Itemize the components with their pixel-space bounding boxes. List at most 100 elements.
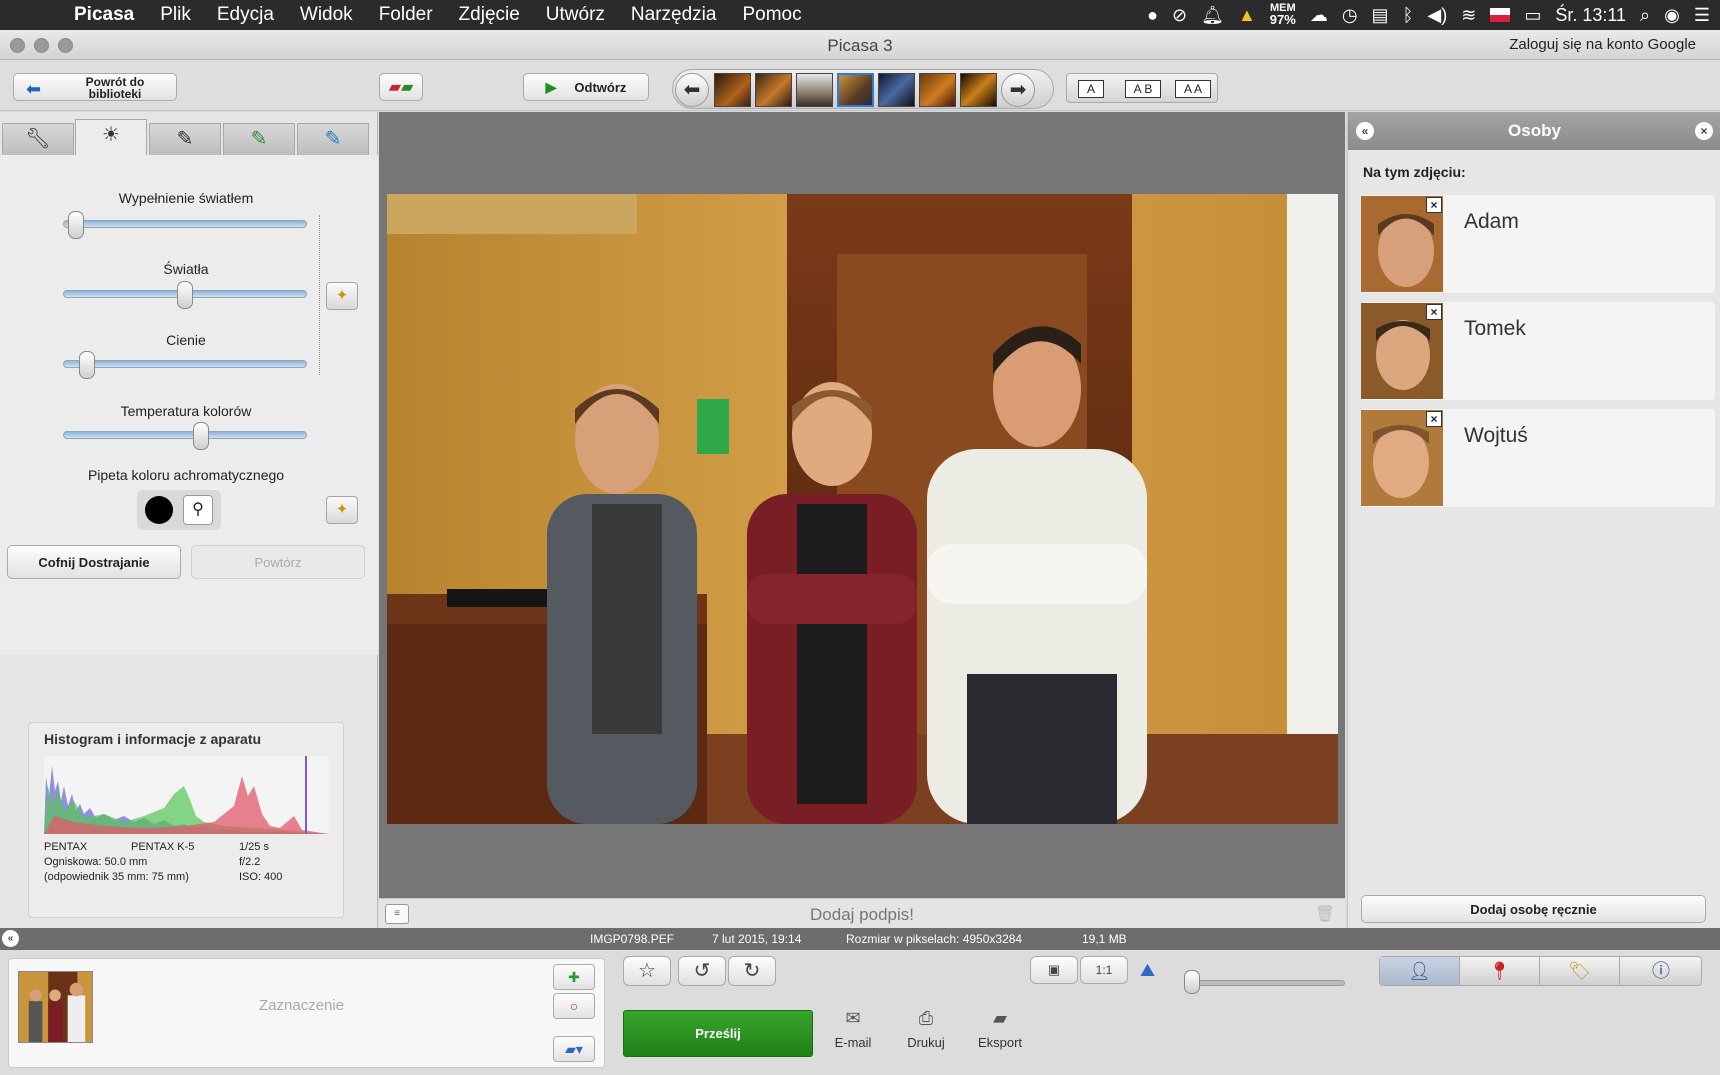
- back-to-library-button[interactable]: ⬅ Powrót do biblioteki: [13, 73, 177, 101]
- export-button[interactable]: ▰ Eksport: [970, 1008, 1030, 1050]
- remove-person-icon[interactable]: ×: [1426, 197, 1442, 213]
- person-card[interactable]: × Adam: [1361, 195, 1715, 293]
- album-icon: ▰▾: [565, 1041, 583, 1057]
- places-tab[interactable]: 📍︎: [1460, 957, 1540, 985]
- filmstrip-thumb[interactable]: [960, 73, 997, 107]
- filmstrip-thumb[interactable]: [714, 73, 751, 107]
- actual-size-button[interactable]: 1:1: [1080, 956, 1128, 984]
- filmstrip-thumb[interactable]: [796, 73, 833, 107]
- menu-view[interactable]: Widok: [287, 4, 366, 26]
- auto-color-button[interactable]: ✦: [326, 496, 358, 524]
- user-icon[interactable]: ◉: [1664, 5, 1680, 26]
- add-to-album-button[interactable]: ▰▾: [553, 1036, 595, 1062]
- shadows-slider[interactable]: [63, 360, 307, 368]
- google-login-link[interactable]: Zaloguj się na konto Google: [1509, 36, 1696, 53]
- tags-tab[interactable]: 🏷︎: [1540, 957, 1620, 985]
- info-tab[interactable]: ⓘ: [1620, 957, 1702, 985]
- highlights-knob[interactable]: [177, 281, 193, 309]
- view-single-button[interactable]: A: [1078, 80, 1104, 98]
- print-button[interactable]: ⎙ Drukuj: [896, 1008, 956, 1050]
- person-name[interactable]: Wojtuś: [1464, 424, 1528, 448]
- close-panel-icon[interactable]: ×: [1695, 122, 1713, 140]
- person-name[interactable]: Tomek: [1464, 317, 1526, 341]
- fill-light-knob[interactable]: [67, 211, 84, 239]
- star-button[interactable]: ☆: [623, 956, 671, 986]
- caption-input[interactable]: Dodaj podpis!: [379, 905, 1345, 925]
- menu-create[interactable]: Utwórz: [533, 4, 618, 26]
- auto-contrast-button[interactable]: ✦: [326, 282, 358, 310]
- next-photo-button[interactable]: ➡: [1001, 73, 1035, 107]
- zoom-slider[interactable]: [1185, 980, 1345, 986]
- menu-bar: Picasa Plik Edycja Widok Folder Zdjęcie …: [0, 0, 1720, 30]
- photo[interactable]: [387, 194, 1338, 824]
- rotate-left-button[interactable]: ↺: [678, 956, 726, 986]
- tab-basic-fixes[interactable]: 🔧︎: [2, 123, 74, 155]
- fit-to-window-button[interactable]: ▣: [1030, 956, 1078, 984]
- warning-icon[interactable]: ▲: [1238, 5, 1256, 26]
- hold-selection-button[interactable]: ✚: [553, 964, 595, 990]
- remove-person-icon[interactable]: ×: [1426, 411, 1442, 427]
- play-slideshow-button[interactable]: ▶ Odtwórz: [523, 73, 649, 101]
- share-button[interactable]: Prześlij: [623, 1010, 813, 1057]
- menu-help[interactable]: Pomoc: [729, 4, 814, 26]
- expand-tray-icon[interactable]: «: [2, 930, 19, 947]
- tab-tuning[interactable]: ☀: [75, 119, 147, 155]
- notification-center-icon[interactable]: ☰: [1694, 5, 1710, 26]
- tab-effects-3[interactable]: ✎: [297, 123, 369, 155]
- add-person-manually-button[interactable]: Dodaj osobę ręcznie: [1361, 895, 1706, 923]
- bell-icon[interactable]: 🔔︎: [1201, 5, 1224, 26]
- histogram-panel: Histogram i informacje z aparatu PENTAX …: [28, 722, 344, 918]
- menu-edit[interactable]: Edycja: [204, 4, 287, 26]
- color-temperature-slider[interactable]: [63, 431, 307, 439]
- remove-person-icon[interactable]: ×: [1426, 304, 1442, 320]
- filmstrip-thumb[interactable]: [878, 73, 915, 107]
- trash-icon[interactable]: 🗑︎: [1315, 904, 1335, 924]
- cloud-icon[interactable]: ☁: [1310, 5, 1328, 26]
- menu-file[interactable]: Plik: [147, 4, 204, 26]
- people-tab[interactable]: 👤︎: [1380, 957, 1460, 985]
- time-machine-icon[interactable]: ◷: [1342, 5, 1358, 26]
- color-temperature-knob[interactable]: [192, 422, 209, 450]
- filmstrip-thumb[interactable]: [755, 73, 792, 107]
- selected-photo-thumbnail[interactable]: [18, 971, 93, 1043]
- fill-light-slider[interactable]: [63, 220, 307, 228]
- person-name[interactable]: Adam: [1464, 210, 1519, 234]
- filmstrip-thumb[interactable]: [919, 73, 956, 107]
- undo-tuning-button[interactable]: Cofnij Dostrajanie: [7, 545, 181, 579]
- record-icon[interactable]: ●: [1147, 5, 1158, 26]
- rotate-right-button[interactable]: ↻: [728, 956, 776, 986]
- volume-icon[interactable]: ◀): [1427, 5, 1447, 26]
- email-button[interactable]: ✉ E-mail: [823, 1008, 883, 1050]
- menu-photo[interactable]: Zdjęcie: [446, 4, 533, 26]
- tab-effects-2[interactable]: ✎: [223, 123, 295, 155]
- view-compare-button[interactable]: A B: [1125, 80, 1161, 98]
- person-card[interactable]: × Tomek: [1361, 302, 1715, 400]
- upload-to-web-button[interactable]: ▰ ▰: [379, 73, 423, 101]
- do-not-disturb-icon[interactable]: ⊘: [1172, 5, 1187, 26]
- previous-photo-button[interactable]: ⬅: [675, 73, 709, 107]
- eyedropper-button[interactable]: ⚲: [183, 495, 213, 525]
- menu-tools[interactable]: Narzędzia: [618, 4, 730, 26]
- clock[interactable]: Śr. 13:11: [1555, 5, 1626, 26]
- menu-app[interactable]: Picasa: [74, 4, 147, 26]
- edit-tabs: 🔧︎ ☀ ✎ ✎ ✎: [0, 117, 372, 155]
- memory-indicator[interactable]: MEM 97%: [1270, 3, 1296, 27]
- wifi-icon[interactable]: ≋: [1461, 5, 1476, 26]
- redo-button[interactable]: Powtórz: [191, 545, 365, 579]
- menu-folder[interactable]: Folder: [366, 4, 446, 26]
- person-icon: 👤︎: [1408, 961, 1431, 981]
- spotlight-icon[interactable]: ⌕: [1640, 5, 1650, 26]
- view-before-after-button[interactable]: A A: [1175, 80, 1211, 98]
- tab-effects[interactable]: ✎: [149, 123, 221, 155]
- slider-group-bracket: [306, 215, 320, 375]
- filmstrip-thumb-selected[interactable]: [837, 73, 874, 107]
- flag-icon[interactable]: [1490, 8, 1511, 22]
- shadows-knob[interactable]: [78, 351, 95, 379]
- clear-selection-button[interactable]: ○: [553, 993, 595, 1019]
- bluetooth-icon[interactable]: ᛒ: [1403, 5, 1414, 26]
- zoom-knob[interactable]: [1184, 970, 1200, 994]
- ram-icon[interactable]: ▤: [1372, 5, 1389, 26]
- info-icon: ⓘ: [1652, 961, 1670, 981]
- person-card[interactable]: × Wojtuś: [1361, 409, 1715, 507]
- battery-icon[interactable]: ▭: [1524, 5, 1541, 26]
